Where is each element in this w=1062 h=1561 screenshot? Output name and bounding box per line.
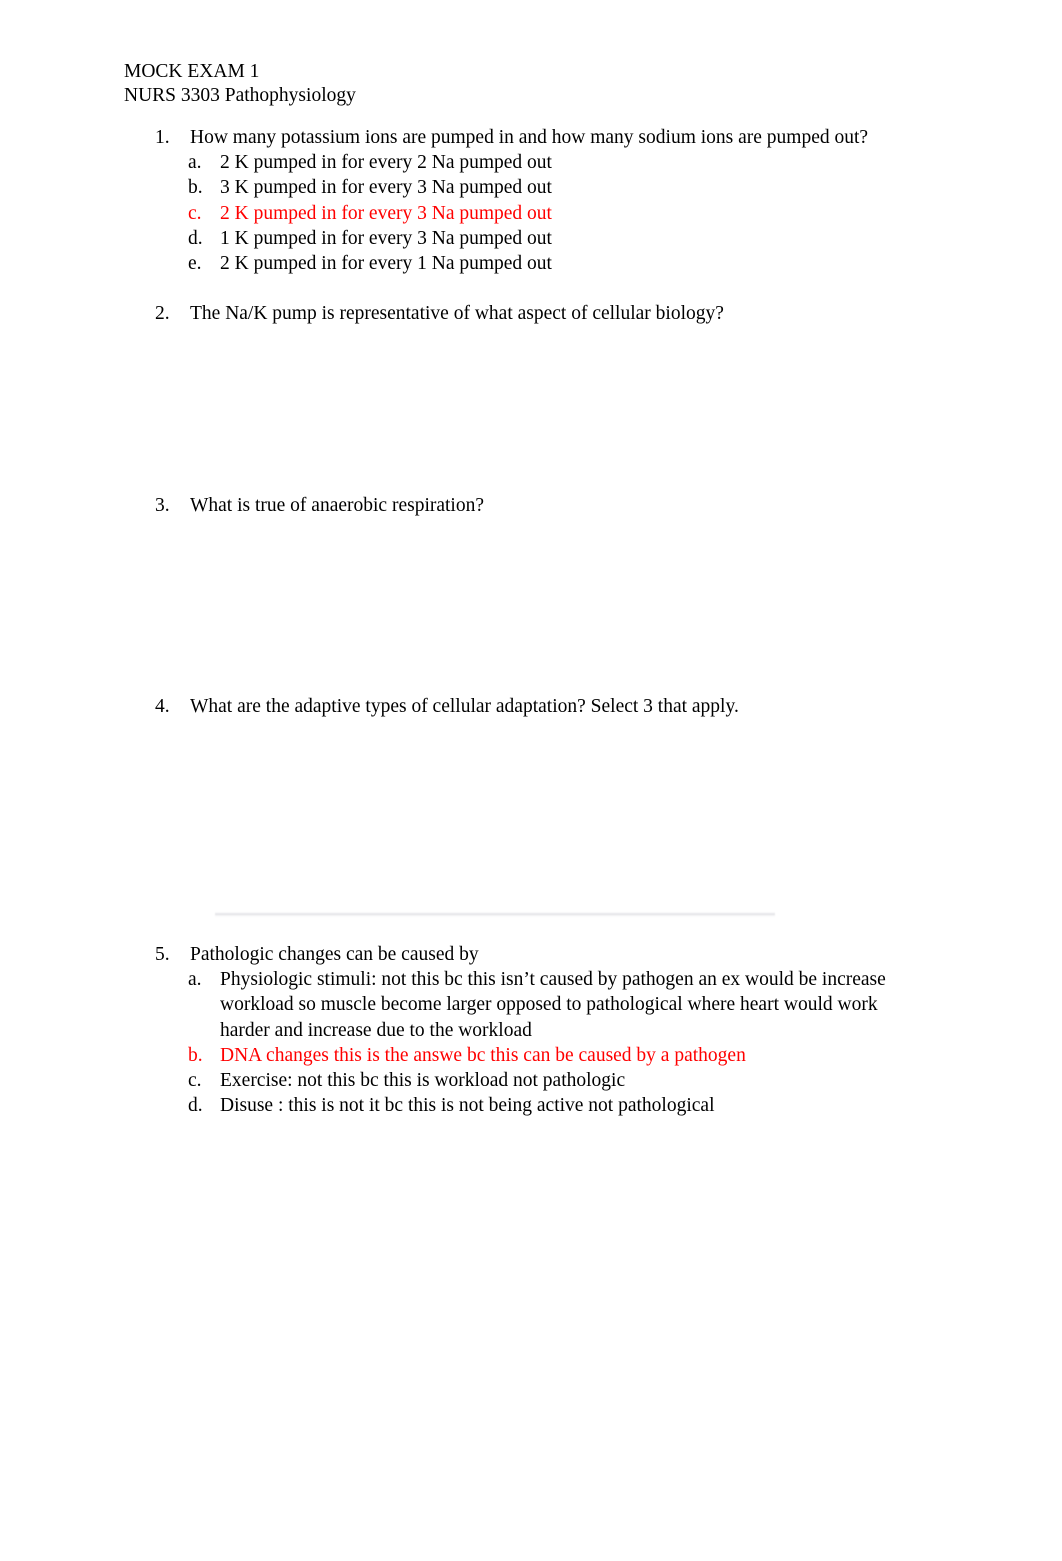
question-text: What is true of anaerobic respiration?: [190, 495, 484, 516]
course-title: NURS 3303 Pathophysiology: [124, 85, 356, 106]
question-text: Pathologic changes can be caused by: [190, 944, 479, 965]
question-number: 2.: [155, 303, 170, 324]
question-number: 3.: [155, 495, 170, 516]
option-letter: b.: [188, 1044, 203, 1066]
question-row: 1. How many potassium ions are pumped in …: [0, 125, 1062, 150]
question-row: 5. Pathologic changes can be caused by: [0, 942, 1062, 967]
option-letter: c.: [188, 202, 202, 224]
question-block: 3. What is true of anaerobic respiration?: [0, 493, 1062, 518]
answer-option[interactable]: e. 2 K pumped in for every 1 Na pumped ou…: [0, 251, 1062, 276]
exam-title: MOCK EXAM 1: [124, 61, 260, 82]
question-block: 1. How many potassium ions are pumped in …: [0, 125, 1062, 276]
question-number: 5.: [155, 944, 170, 965]
answer-option[interactable]: c. 2 K pumped in for every 3 Na pumped ou…: [0, 201, 1062, 226]
option-text: 2 K pumped in for every 2 Na pumped out: [220, 152, 552, 174]
scan-shadow-artifact: [215, 912, 775, 917]
option-text: Physiologic stimuli: not this bc this is…: [220, 969, 886, 1041]
question-block: 2. The Na/K pump is representative of wha…: [0, 301, 1062, 326]
question-row: 2. The Na/K pump is representative of wha…: [0, 301, 1062, 326]
option-letter: a.: [188, 969, 202, 991]
question-text: What are the adaptive types of cellular …: [190, 696, 739, 717]
option-letter: d.: [188, 227, 203, 249]
question-number: 1.: [155, 127, 170, 148]
option-text: 1 K pumped in for every 3 Na pumped out: [220, 227, 552, 249]
option-text: Disuse : this is not it bc this is not b…: [220, 1095, 715, 1117]
option-letter: d.: [188, 1095, 203, 1117]
option-text: 3 K pumped in for every 3 Na pumped out: [220, 177, 552, 199]
option-letter: a.: [188, 152, 202, 174]
option-text-answer: DNA changes this is the answe bc this ca…: [220, 1044, 746, 1066]
question-row: 4. What are the adaptive types of cellula…: [0, 694, 1062, 719]
answer-option[interactable]: b. DNA changes this is the answe bc this …: [0, 1043, 1062, 1068]
document-page: MOCK EXAM 1 NURS 3303 Pathophysiology 1.…: [0, 0, 1062, 1561]
option-letter: c.: [188, 1070, 202, 1092]
answer-option[interactable]: d. Disuse : this is not it bc this is not…: [0, 1093, 1062, 1118]
answer-option[interactable]: a. 2 K pumped in for every 2 Na pumped ou…: [0, 150, 1062, 175]
option-letter: b.: [188, 177, 203, 199]
answer-option[interactable]: a. Physiologic stimuli: not this bc this …: [0, 967, 1062, 1043]
question-block: 4. What are the adaptive types of cellula…: [0, 694, 1062, 719]
question-text: The Na/K pump is representative of what …: [190, 303, 724, 324]
question-text: How many potassium ions are pumped in an…: [190, 127, 869, 148]
option-letter: e.: [188, 253, 202, 275]
answer-option[interactable]: c. Exercise: not this bc this is workload…: [0, 1068, 1062, 1093]
question-number: 4.: [155, 696, 170, 717]
option-list: a. Physiologic stimuli: not this bc this …: [0, 967, 1062, 1118]
option-text: 2 K pumped in for every 1 Na pumped out: [220, 253, 552, 275]
answer-option[interactable]: b. 3 K pumped in for every 3 Na pumped ou…: [0, 175, 1062, 200]
option-list: a. 2 K pumped in for every 2 Na pumped ou…: [0, 150, 1062, 276]
answer-option[interactable]: d. 1 K pumped in for every 3 Na pumped ou…: [0, 226, 1062, 251]
question-block: 5. Pathologic changes can be caused by a. P…: [0, 942, 1062, 1118]
document-header: MOCK EXAM 1 NURS 3303 Pathophysiology: [124, 60, 356, 108]
option-text-answer: 2 K pumped in for every 3 Na pumped out: [220, 202, 552, 224]
option-text: Exercise: not this bc this is workload n…: [220, 1070, 626, 1092]
question-row: 3. What is true of anaerobic respiration?: [0, 493, 1062, 518]
